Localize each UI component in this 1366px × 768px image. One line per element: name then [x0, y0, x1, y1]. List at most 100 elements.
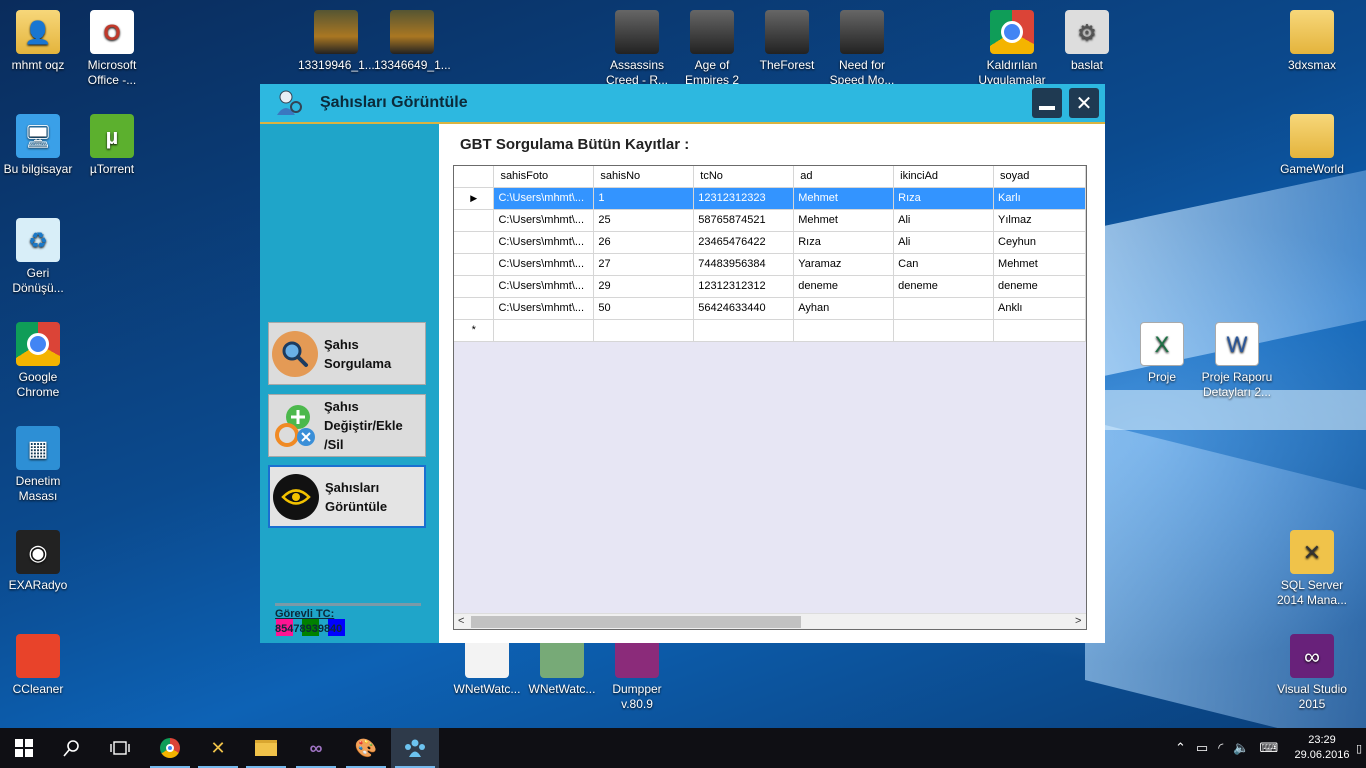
row-header[interactable] [454, 275, 495, 298]
desktop-icon-image[interactable]: 13346649_1... [374, 10, 451, 73]
taskbar-active-app[interactable] [391, 728, 439, 768]
new-cell[interactable] [793, 319, 895, 342]
cell-sahisno[interactable]: 25 [593, 209, 695, 232]
sahislari-goruntule-button[interactable]: Şahısları Görüntüle [268, 465, 426, 528]
cell-sahisno[interactable]: 1 [593, 187, 695, 210]
cell-ikinciad[interactable]: Can [893, 253, 995, 276]
desktop-icon-image[interactable]: 13319946_1... [298, 10, 375, 73]
cell-ad[interactable]: deneme [793, 275, 895, 298]
cell-soyad[interactable]: Mehmet [993, 253, 1086, 276]
scroll-left-icon[interactable]: < [458, 615, 464, 627]
new-cell[interactable] [593, 319, 695, 342]
cell-ad[interactable]: Yaramaz [793, 253, 895, 276]
wifi-icon[interactable]: ◜ [1218, 740, 1223, 756]
desktop-icon-dumpper[interactable]: Dumpper v.80.9 [599, 634, 675, 712]
cell-soyad[interactable]: Anklı [993, 297, 1086, 320]
desktop-icon-office[interactable]: O Microsoft Office -... [74, 10, 150, 88]
desktop-icon-ccleaner[interactable]: CCleaner [0, 634, 76, 697]
desktop-icon-the-forest[interactable]: TheForest [749, 10, 825, 73]
desktop-icon-visual-studio[interactable]: ∞ Visual Studio 2015 [1274, 634, 1350, 712]
new-row-marker[interactable]: * [454, 319, 495, 342]
cell-tcno[interactable]: 74483956384 [693, 253, 795, 276]
cell-ad[interactable]: Mehmet [793, 187, 895, 210]
desktop-icon-bu-bilgisayar[interactable]: 🖥 Bu bilgisayar [0, 114, 76, 177]
cell-tcno[interactable]: 58765874521 [693, 209, 795, 232]
horizontal-scrollbar[interactable]: < > [454, 613, 1086, 629]
desktop-icon-proje-raporu[interactable]: W Proje Raporu Detayları 2... [1199, 322, 1275, 400]
cell-ikinciad[interactable]: Ali [893, 231, 995, 254]
cell-tcno[interactable]: 12312312312 [693, 275, 795, 298]
cell-tcno[interactable]: 56424633440 [693, 297, 795, 320]
keyboard-icon[interactable]: ⌨ [1259, 740, 1278, 756]
row-header[interactable] [454, 231, 495, 254]
desktop-icon-age-of-empires[interactable]: Age of Empires 2 [674, 10, 750, 88]
cell-soyad[interactable]: Yılmaz [993, 209, 1086, 232]
cell-ad[interactable]: Ayhan [793, 297, 895, 320]
column-header-tcno[interactable]: tcNo [693, 166, 795, 188]
column-header-soyad[interactable]: soyad [993, 166, 1086, 188]
tray-chevron-up-icon[interactable]: ⌃ [1175, 740, 1186, 756]
taskbar-sql-server[interactable]: ✕ [194, 728, 242, 768]
cell-ad[interactable]: Mehmet [793, 209, 895, 232]
row-header[interactable] [454, 297, 495, 320]
scroll-right-icon[interactable]: > [1075, 615, 1081, 627]
table-row[interactable]: C:\Users\mhmt\... 25 58765874521 Mehmet … [454, 209, 1086, 232]
clock[interactable]: 23:29 29.06.2016 [1292, 733, 1352, 763]
new-cell[interactable] [993, 319, 1086, 342]
cell-sahisno[interactable]: 50 [593, 297, 695, 320]
new-cell[interactable] [893, 319, 995, 342]
desktop-icon-denetim-masasi[interactable]: ▦ Denetim Masası [0, 426, 76, 504]
column-header-sahisno[interactable]: sahisNo [593, 166, 695, 188]
cell-soyad[interactable]: Karlı [993, 187, 1086, 210]
table-row[interactable]: ▶ C:\Users\mhmt\... 1 12312312323 Mehmet… [454, 187, 1086, 210]
table-row[interactable]: C:\Users\mhmt\... 50 56424633440 Ayhan A… [454, 297, 1086, 320]
new-row[interactable]: * [454, 319, 1086, 342]
desktop-icon-utorrent[interactable]: µ µTorrent [74, 114, 150, 177]
desktop-icon-gameworld[interactable]: GameWorld [1274, 114, 1350, 177]
cell-sahisfoto[interactable]: C:\Users\mhmt\... [493, 275, 595, 298]
taskbar-visual-studio[interactable]: ∞ [292, 728, 340, 768]
table-row[interactable]: C:\Users\mhmt\... 29 12312312312 deneme … [454, 275, 1086, 298]
taskbar-paint[interactable]: 🎨 [342, 728, 390, 768]
taskbar-chrome[interactable] [146, 728, 194, 768]
desktop-icon-user-folder[interactable]: 👤 mhmt oqz [0, 10, 76, 73]
sahis-degistir-ekle-sil-button[interactable]: Şahıs Değiştir/Ekle /Sil [268, 394, 426, 457]
column-header-sahisfoto[interactable]: sahisFoto [493, 166, 595, 188]
start-button[interactable] [0, 728, 48, 768]
cell-sahisfoto[interactable]: C:\Users\mhmt\... [493, 187, 595, 210]
desktop-icon-wnetwatcher[interactable]: WNetWatc... [524, 634, 600, 697]
cell-ikinciad[interactable]: Rıza [893, 187, 995, 210]
cell-sahisfoto[interactable]: C:\Users\mhmt\... [493, 231, 595, 254]
notifications-button[interactable]: ▯ [1356, 728, 1362, 768]
volume-icon[interactable]: 🔈 [1233, 740, 1249, 756]
desktop-icon-proje[interactable]: X Proje [1124, 322, 1200, 385]
selected-row-marker[interactable]: ▶ [454, 187, 495, 210]
taskbar-file-explorer[interactable] [242, 728, 290, 768]
cell-soyad[interactable]: deneme [993, 275, 1086, 298]
task-view-button[interactable] [96, 728, 144, 768]
table-row[interactable]: C:\Users\mhmt\... 26 23465476422 Rıza Al… [454, 231, 1086, 254]
cell-ad[interactable]: Rıza [793, 231, 895, 254]
desktop-icon-google-chrome[interactable]: Google Chrome [0, 322, 76, 400]
cell-ikinciad[interactable]: Ali [893, 209, 995, 232]
desktop-icon-wnetwatcher-file[interactable]: WNetWatc... [449, 634, 525, 697]
cell-ikinciad[interactable]: deneme [893, 275, 995, 298]
close-button[interactable]: ✕ [1069, 88, 1099, 118]
cell-sahisfoto[interactable]: C:\Users\mhmt\... [493, 297, 595, 320]
desktop-icon-3dxsmax[interactable]: 3dxsmax [1274, 10, 1350, 73]
cell-ikinciad[interactable] [893, 297, 995, 320]
cell-sahisno[interactable]: 26 [593, 231, 695, 254]
title-bar[interactable]: Şahısları Görüntüle ✕ [260, 84, 1105, 122]
desktop-icon-kaldirilan-uygulamalar[interactable]: Kaldırılan Uygulamalar [974, 10, 1050, 88]
new-cell[interactable] [693, 319, 795, 342]
new-cell[interactable] [493, 319, 595, 342]
row-header[interactable] [454, 209, 495, 232]
records-datagrid[interactable]: sahisFoto sahisNo tcNo ad ikinciAd soyad… [453, 165, 1087, 630]
cell-tcno[interactable]: 12312312323 [693, 187, 795, 210]
cell-tcno[interactable]: 23465476422 [693, 231, 795, 254]
cell-sahisno[interactable]: 29 [593, 275, 695, 298]
battery-icon[interactable]: ▭ [1196, 740, 1208, 756]
minimize-button[interactable] [1032, 88, 1062, 118]
column-header-ikinciad[interactable]: ikinciAd [893, 166, 995, 188]
table-row[interactable]: C:\Users\mhmt\... 27 74483956384 Yaramaz… [454, 253, 1086, 276]
